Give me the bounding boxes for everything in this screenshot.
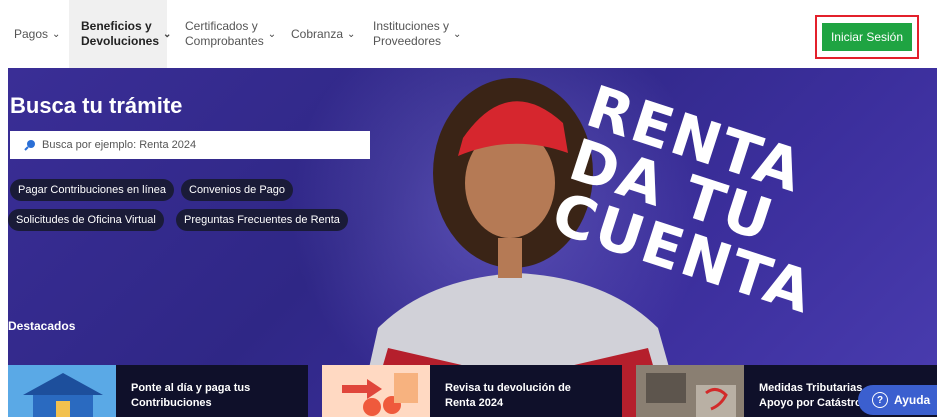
featured-card-line-2: Contribuciones xyxy=(131,397,212,409)
disaster-support-photo xyxy=(636,365,744,417)
money-refund-illustration xyxy=(322,365,430,417)
featured-card-line-1: Ponte al día y paga tus xyxy=(131,382,251,394)
nav-item-label: Cobranza xyxy=(291,26,344,41)
search-title: Busca tu trámite xyxy=(10,93,183,118)
help-button[interactable]: ? Ayuda xyxy=(858,385,937,415)
hero-banner: RENTA DA TU CUENTA Busca tu trámite Paga… xyxy=(8,68,937,417)
nav-item-cobranza[interactable]: Cobranza ⌄ xyxy=(291,0,355,68)
nav-item-label: Beneficios y Devoluciones xyxy=(81,19,159,49)
nav-item-label-line-1: Instituciones y xyxy=(373,19,450,33)
house-illustration xyxy=(8,365,116,417)
nav-item-label: Instituciones y Proveedores xyxy=(373,19,449,49)
login-highlight-box: Iniciar Sesión xyxy=(815,15,919,59)
nav-item-label-line-2: Proveedores xyxy=(373,34,442,48)
search-input[interactable] xyxy=(42,139,342,151)
search-icon xyxy=(24,140,35,151)
featured-card-line-2: Renta 2024 xyxy=(445,397,504,409)
question-icon: ? xyxy=(872,392,888,408)
nav-item-label-line-2: Comprobantes xyxy=(185,34,264,48)
search-box[interactable] xyxy=(10,131,370,159)
nav-item-pagos[interactable]: Pagos ⌄ xyxy=(14,0,60,68)
nav-item-label-line-1: Certificados y xyxy=(185,19,258,33)
chip-preguntas-frecuentes-renta[interactable]: Preguntas Frecuentes de Renta xyxy=(176,209,348,231)
featured-heading: Destacados xyxy=(8,319,76,333)
nav-item-certificados[interactable]: Certificados y Comprobantes ⌄ xyxy=(185,0,276,68)
featured-card-line-1: Revisa tu devolución de xyxy=(445,382,571,394)
featured-card-line-2: Apoyo por Catástro xyxy=(759,397,862,409)
chevron-down-icon: ⌄ xyxy=(267,28,277,40)
nav-item-label-line-1: Beneficios y xyxy=(81,19,152,33)
nav-item-beneficios[interactable]: Beneficios y Devoluciones ⌄ xyxy=(69,0,171,68)
featured-card-text: Ponte al día y paga tus Contribuciones xyxy=(131,381,250,411)
chevron-down-icon: ⌄ xyxy=(52,28,61,40)
featured-card-line-1: Medidas Tributarias xyxy=(759,382,863,394)
nav-item-label: Certificados y Comprobantes xyxy=(185,19,264,49)
help-label: Ayuda xyxy=(894,393,931,407)
featured-card-text: Medidas Tributarias Apoyo por Catástro xyxy=(759,381,862,411)
top-navigation: Pagos ⌄ Beneficios y Devoluciones ⌄ Cert… xyxy=(0,0,937,68)
featured-card[interactable]: Revisa tu devolución de Renta 2024 xyxy=(322,365,622,417)
nav-item-label-line-2: Devoluciones xyxy=(81,34,160,48)
featured-card[interactable]: Ponte al día y paga tus Contribuciones xyxy=(8,365,308,417)
chevron-down-icon: ⌄ xyxy=(163,28,172,40)
nav-item-instituciones[interactable]: Instituciones y Proveedores ⌄ xyxy=(373,0,461,68)
chip-solicitudes-oficina-virtual[interactable]: Solicitudes de Oficina Virtual xyxy=(8,209,164,231)
chevron-down-icon: ⌄ xyxy=(453,28,462,40)
chip-pagar-contribuciones[interactable]: Pagar Contribuciones en línea xyxy=(10,179,174,201)
featured-card-text: Revisa tu devolución de Renta 2024 xyxy=(445,381,571,411)
chip-convenios-de-pago[interactable]: Convenios de Pago xyxy=(181,179,294,201)
nav-item-label: Pagos xyxy=(14,26,49,41)
login-button[interactable]: Iniciar Sesión xyxy=(822,23,912,51)
chevron-down-icon: ⌄ xyxy=(347,28,356,40)
